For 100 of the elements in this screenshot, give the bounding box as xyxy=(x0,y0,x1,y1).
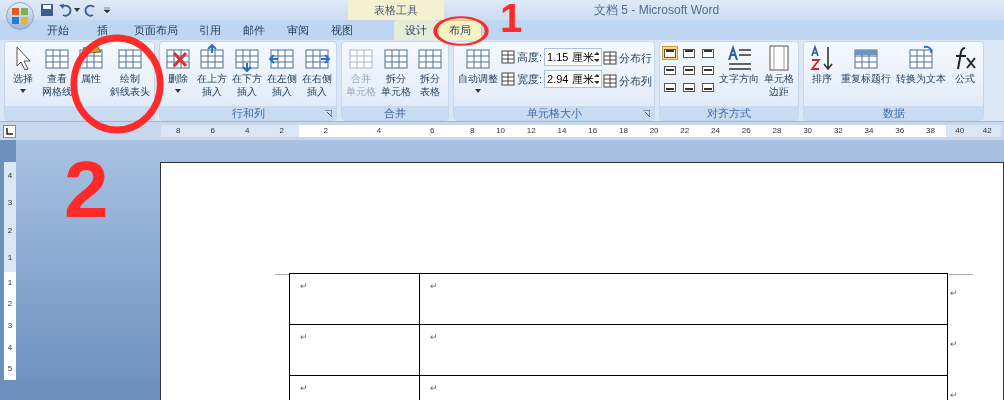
distribute-columns-icon xyxy=(603,73,618,88)
ribbon-tab[interactable]: 引用 xyxy=(188,20,232,40)
ribbon-button[interactable]: 自动调整 xyxy=(456,42,500,93)
ruler-number: 2 xyxy=(7,298,13,311)
text-direction-icon xyxy=(725,44,754,72)
group-label: 对齐方式 xyxy=(707,106,752,120)
group-label: 合并 xyxy=(384,106,406,120)
ruler-number: 18 xyxy=(618,125,628,137)
ruler-number: 8 xyxy=(176,125,181,137)
row-end-mark: ↵ xyxy=(950,389,958,400)
table-cell: ↵ xyxy=(290,274,420,324)
ribbon-button[interactable]: 拆分 单元格 xyxy=(379,42,413,98)
table-cell: ↵ xyxy=(290,325,420,375)
ruler-number: 34 xyxy=(864,125,874,137)
ruler-number: 30 xyxy=(803,125,813,137)
ruler-number: 8 xyxy=(469,125,475,137)
table-cell: ↵ xyxy=(420,325,948,375)
ribbon-button[interactable]: 选择 xyxy=(7,42,39,93)
dialog-launcher-icon[interactable] xyxy=(325,110,332,117)
ribbon-tab[interactable]: 开始 xyxy=(36,20,80,40)
window-title: 文档 5 - Microsoft Word xyxy=(594,2,720,19)
cell-alignment-button[interactable] xyxy=(681,80,698,94)
ribbon-button[interactable]: 文字方向 xyxy=(717,42,762,85)
ruler-number: 4 xyxy=(7,169,13,182)
cell-alignment-button[interactable] xyxy=(700,80,717,94)
tab-selector-button[interactable] xyxy=(3,124,16,138)
ribbon-tab[interactable]: 邮件 xyxy=(232,20,276,40)
ribbon-button[interactable]: 排序 xyxy=(806,42,839,85)
cell-alignment-button[interactable] xyxy=(681,63,698,77)
cell-alignment-button[interactable] xyxy=(662,63,679,77)
group-label: 行和列 xyxy=(231,106,265,120)
ruler-number: 16 xyxy=(588,125,598,137)
ruler-number: 6 xyxy=(210,125,215,137)
cell-alignment-button[interactable] xyxy=(681,46,698,60)
save-icon[interactable] xyxy=(40,3,54,17)
caret-icon[interactable] xyxy=(74,8,80,12)
cell-alignment-button[interactable] xyxy=(662,46,679,60)
ribbon-tab[interactable]: 视图 xyxy=(320,20,364,40)
ruler-number: 10 xyxy=(496,125,506,137)
ribbon-button[interactable]: 拆分 表格 xyxy=(414,42,446,98)
dialog-launcher-icon[interactable] xyxy=(643,110,651,117)
ruler-number: 4 xyxy=(245,125,250,137)
ribbon-button[interactable]: 公式 xyxy=(949,42,982,85)
ribbon-button[interactable]: 在右侧 插入 xyxy=(300,42,334,98)
ribbon-button[interactable]: 在下方 插入 xyxy=(230,42,264,98)
ribbon-button[interactable]: 删除 xyxy=(162,42,194,93)
field-label: 高度: xyxy=(517,49,543,65)
distribute-rows-icon xyxy=(603,51,618,66)
ribbon-tab[interactable]: 布局 xyxy=(438,20,482,40)
ribbon-tab[interactable]: 页面布局 xyxy=(124,20,188,40)
ruler-number: 42 xyxy=(982,125,992,137)
ruler-number: 12 xyxy=(526,125,536,137)
ruler-number: 20 xyxy=(649,125,659,137)
ruler-number: 40 xyxy=(955,125,965,137)
table-cell: ↵ xyxy=(420,274,948,324)
ribbon-button[interactable]: 绘制 斜线表头 xyxy=(108,42,152,98)
ruler-number: 3 xyxy=(7,197,13,210)
ruler-number: 32 xyxy=(833,125,843,137)
ruler-number: 36 xyxy=(895,125,905,137)
cell-alignment-button[interactable] xyxy=(662,80,679,94)
ruler-number: 26 xyxy=(741,125,751,137)
distribute-button[interactable]: 分布列 xyxy=(603,72,653,89)
ribbon-button[interactable]: 重复标题行 xyxy=(839,42,894,85)
ribbon-tab[interactable]: 设计 xyxy=(394,20,438,40)
ruler-number: 2 xyxy=(279,125,284,137)
ruler-number: 1 xyxy=(7,276,13,289)
distribute-button[interactable]: 分布行 xyxy=(603,50,653,67)
row-height-icon xyxy=(501,50,515,64)
ribbon-button[interactable]: 在左侧 插入 xyxy=(265,42,299,98)
spinner-arrows-icon xyxy=(593,51,600,63)
spin-field[interactable]: 1.15 厘米 xyxy=(544,48,603,66)
ribbon-tab[interactable]: 插 xyxy=(80,20,124,40)
ruler-number: 28 xyxy=(772,125,782,137)
insert-row-above-icon xyxy=(198,44,226,72)
annotation-number: 2 xyxy=(64,150,109,230)
ruler-number: 4 xyxy=(7,341,13,354)
ruler-number: 3 xyxy=(7,319,13,332)
context-tab-group-label: 表格工具 xyxy=(374,2,418,18)
spin-field[interactable]: 2.94 厘米 xyxy=(544,70,603,88)
undo-icon[interactable] xyxy=(58,3,72,17)
ribbon-tab[interactable]: 审阅 xyxy=(276,20,320,40)
table-cell: ↵ xyxy=(420,376,948,400)
ribbon-button[interactable]: 在上方 插入 xyxy=(195,42,229,98)
field-label: 宽度: xyxy=(517,71,543,87)
row-end-mark: ↵ xyxy=(950,287,958,300)
ruler-number: 14 xyxy=(557,125,567,137)
ruler-number: 1 xyxy=(7,252,13,265)
cell-alignment-button[interactable] xyxy=(700,46,717,60)
group-label: 单元格大小 xyxy=(526,106,582,120)
cell-alignment-button[interactable] xyxy=(700,63,717,77)
customize-toolbar-icon[interactable] xyxy=(104,7,110,13)
row-end-mark: ↵ xyxy=(950,338,958,351)
ribbon-button[interactable]: 单元格 边距 xyxy=(762,42,797,98)
annotation-number: 1 xyxy=(500,0,523,38)
ribbon-button[interactable]: 属性 xyxy=(75,42,107,85)
ruler-number: 24 xyxy=(711,125,720,137)
ruler-number: 22 xyxy=(680,125,690,137)
group-label: 数据 xyxy=(882,106,905,120)
ruler-number: 2 xyxy=(7,224,13,237)
ribbon-button[interactable]: 转换为文本 xyxy=(894,42,949,85)
